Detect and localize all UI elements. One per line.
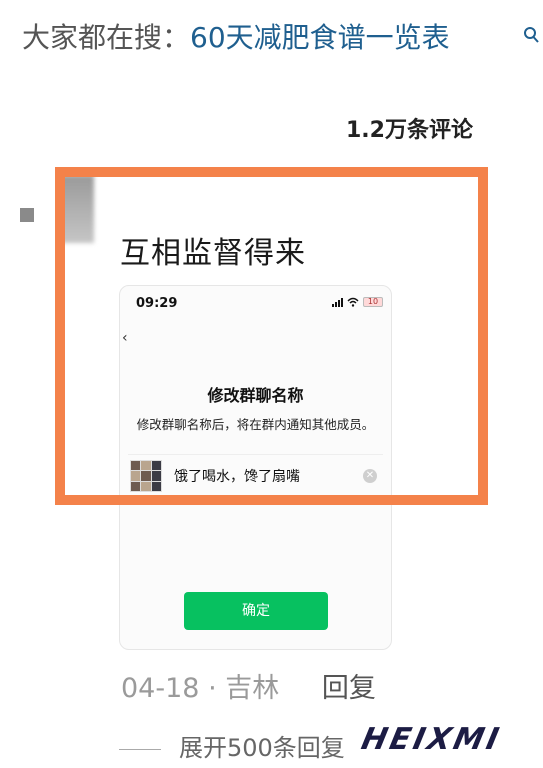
cropped-avatar-fragment [20,208,34,222]
expand-replies[interactable]: 展开500条回复 [119,728,345,763]
comment-meta: 04-18 · 吉林 回复 [121,666,376,705]
highlight-frame [55,167,488,505]
comment-location: 吉林 [225,673,280,704]
reply-button[interactable]: 回复 [322,673,376,704]
search-icon[interactable] [523,24,541,48]
search-suggestion-bar[interactable]: 大家都在搜：60天减肥食谱一览表 [22,14,543,62]
meta-separator: · [208,673,217,704]
watermark-logo: HEIXMI [358,722,505,757]
divider-line [119,748,161,750]
search-suggestion-term[interactable]: 60天减肥食谱一览表 [190,21,450,54]
expand-replies-label: 展开500条回复 [179,734,345,762]
search-prefix-label: 大家都在搜： [22,21,191,54]
comment-date: 04-18 [121,673,200,704]
confirm-button: 确定 [184,592,328,630]
comment-count: 1.2万条评论 [346,118,473,143]
